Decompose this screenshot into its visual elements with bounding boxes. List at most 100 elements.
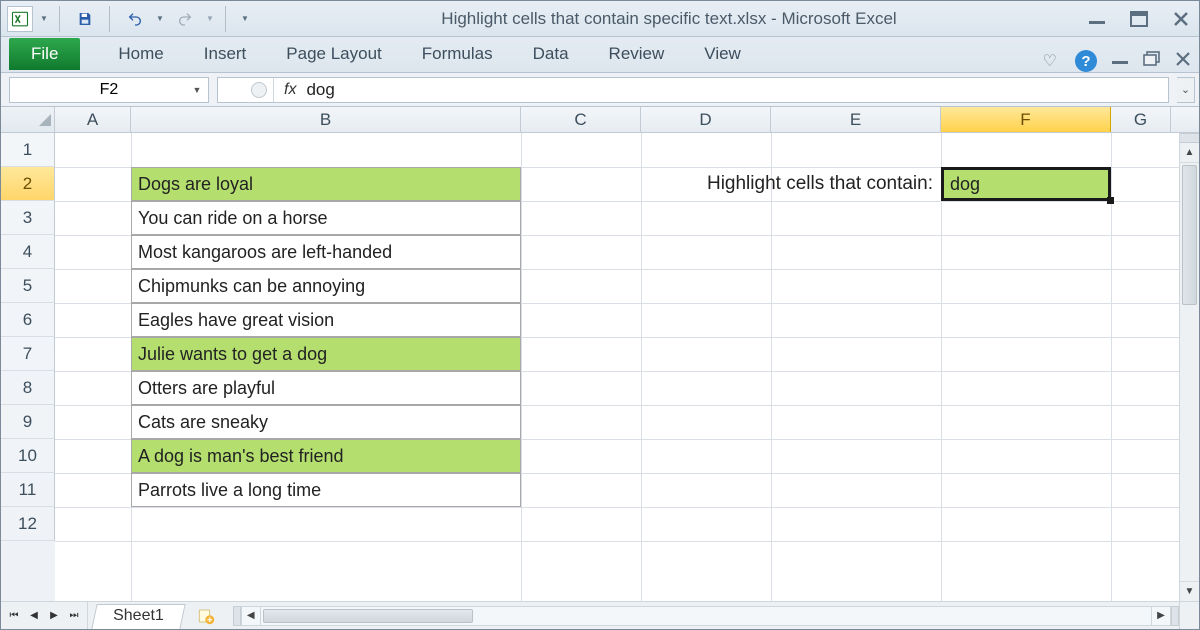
qat-separator-2 <box>109 6 115 32</box>
tab-home[interactable]: Home <box>98 38 183 72</box>
quick-access-toolbar: ▼ ▼ ▼ ▼ <box>7 6 253 32</box>
column-header-f[interactable]: F <box>941 107 1111 132</box>
cancel-formula-icon[interactable] <box>251 82 267 98</box>
column-header-d[interactable]: D <box>641 107 771 132</box>
vertical-scrollbar[interactable]: ▲ ▼ <box>1179 133 1199 601</box>
row-header-1[interactable]: 1 <box>1 133 55 167</box>
scroll-up-icon[interactable]: ▲ <box>1180 143 1199 163</box>
excel-logo-icon[interactable] <box>7 6 33 32</box>
row-header-6[interactable]: 6 <box>1 303 55 337</box>
row-header-5[interactable]: 5 <box>1 269 55 303</box>
hscroll-track[interactable] <box>261 606 1151 626</box>
excel-window: ▼ ▼ ▼ ▼ Highlight cells that contain spe… <box>0 0 1200 630</box>
title-bar: ▼ ▼ ▼ ▼ Highlight cells that contain spe… <box>1 1 1199 37</box>
tab-data[interactable]: Data <box>513 38 589 72</box>
vscroll-thumb[interactable] <box>1182 165 1197 305</box>
column-header-e[interactable]: E <box>771 107 941 132</box>
row-header-11[interactable]: 11 <box>1 473 55 507</box>
worksheet-area: A B C D E F G 1 2 3 4 5 6 7 8 9 10 11 12 <box>1 107 1199 629</box>
tab-insert[interactable]: Insert <box>184 38 267 72</box>
tab-nav-first-icon[interactable]: ⏮ <box>5 607 23 625</box>
sheet-tab-strip: ⏮ ◀ ▶ ⏭ Sheet1 ◀ ▶ <box>1 601 1199 629</box>
tab-nav-last-icon[interactable]: ⏭ <box>65 607 83 625</box>
horizontal-scrollbar[interactable]: ◀ ▶ <box>233 602 1179 629</box>
name-box-value: F2 <box>100 81 119 99</box>
qat-customize-dropdown-icon[interactable]: ▼ <box>237 14 253 23</box>
tab-file[interactable]: File <box>9 38 80 70</box>
hscroll-split-handle[interactable] <box>1171 606 1179 626</box>
cell-b5[interactable]: Chipmunks can be annoying <box>131 269 521 303</box>
sheet-tab-sheet1[interactable]: Sheet1 <box>91 604 185 629</box>
cells-canvas[interactable]: Dogs are loyal You can ride on a horse M… <box>55 133 1179 601</box>
name-box-dropdown-icon[interactable]: ▼ <box>190 83 204 97</box>
scroll-down-icon[interactable]: ▼ <box>1180 581 1199 601</box>
cell-b4[interactable]: Most kangaroos are left-handed <box>131 235 521 269</box>
cell-b9[interactable]: Cats are sneaky <box>131 405 521 439</box>
app-menu-dropdown-icon[interactable]: ▼ <box>39 14 49 23</box>
tab-review[interactable]: Review <box>589 38 685 72</box>
cell-b11[interactable]: Parrots live a long time <box>131 473 521 507</box>
row-header-3[interactable]: 3 <box>1 201 55 235</box>
column-header-c[interactable]: C <box>521 107 641 132</box>
window-controls <box>1085 9 1193 29</box>
workbook-restore-icon[interactable] <box>1143 51 1161 72</box>
minimize-icon[interactable] <box>1085 9 1109 29</box>
sheet-tab-label: Sheet1 <box>113 607 164 625</box>
cell-b6[interactable]: Eagles have great vision <box>131 303 521 337</box>
scroll-right-icon[interactable]: ▶ <box>1151 606 1171 626</box>
ribbon-tabs: File Home Insert Page Layout Formulas Da… <box>1 37 1199 73</box>
tab-page-layout[interactable]: Page Layout <box>266 38 401 72</box>
window-title: Highlight cells that contain specific te… <box>253 9 1085 29</box>
tab-hscroll-splitter[interactable] <box>233 606 241 626</box>
scroll-left-icon[interactable]: ◀ <box>241 606 261 626</box>
row-header-9[interactable]: 9 <box>1 405 55 439</box>
row-header-8[interactable]: 8 <box>1 371 55 405</box>
row-header-10[interactable]: 10 <box>1 439 55 473</box>
maximize-icon[interactable] <box>1127 9 1151 29</box>
cell-f2-active[interactable]: dog <box>941 167 1111 201</box>
cell-label-highlight[interactable]: Highlight cells that contain: <box>521 167 941 201</box>
qat-separator <box>59 6 65 32</box>
tab-nav-next-icon[interactable]: ▶ <box>45 607 63 625</box>
cell-b8[interactable]: Otters are playful <box>131 371 521 405</box>
column-header-a[interactable]: A <box>55 107 131 132</box>
ribbon-minimize-icon[interactable]: ♡ <box>1043 51 1061 71</box>
close-icon[interactable] <box>1169 9 1193 29</box>
row-headers: 1 2 3 4 5 6 7 8 9 10 11 12 <box>1 133 55 601</box>
redo-icon[interactable] <box>171 6 199 32</box>
vscroll-track[interactable] <box>1180 163 1199 581</box>
column-header-g[interactable]: G <box>1111 107 1171 132</box>
formula-buttons <box>218 78 274 102</box>
name-box[interactable]: F2 ▼ <box>9 77 209 103</box>
fx-icon[interactable]: fx <box>274 81 306 99</box>
tab-nav-prev-icon[interactable]: ◀ <box>25 607 43 625</box>
row-header-2[interactable]: 2 <box>1 167 55 201</box>
redo-dropdown-icon[interactable]: ▼ <box>205 14 215 23</box>
save-icon[interactable] <box>71 6 99 32</box>
row-header-7[interactable]: 7 <box>1 337 55 371</box>
undo-dropdown-icon[interactable]: ▼ <box>155 14 165 23</box>
workbook-minimize-icon[interactable] <box>1111 52 1129 70</box>
qat-separator-3 <box>225 6 231 32</box>
hscroll-thumb[interactable] <box>263 609 473 623</box>
undo-icon[interactable] <box>121 6 149 32</box>
new-sheet-icon[interactable] <box>191 602 221 629</box>
cell-b3[interactable]: You can ride on a horse <box>131 201 521 235</box>
tab-nav-buttons: ⏮ ◀ ▶ ⏭ <box>1 602 88 629</box>
cell-b7[interactable]: Julie wants to get a dog <box>131 337 521 371</box>
expand-formula-bar-icon[interactable]: ⌄ <box>1177 77 1195 103</box>
help-icon[interactable]: ? <box>1075 50 1097 72</box>
row-header-4[interactable]: 4 <box>1 235 55 269</box>
row-header-12[interactable]: 12 <box>1 507 55 541</box>
tab-formulas[interactable]: Formulas <box>402 38 513 72</box>
formula-text[interactable]: dog <box>306 80 1168 100</box>
column-header-b[interactable]: B <box>131 107 521 132</box>
fill-handle[interactable] <box>1107 197 1114 204</box>
tab-view[interactable]: View <box>684 38 761 72</box>
formula-input-area[interactable]: fx dog <box>217 77 1169 103</box>
select-all-corner[interactable] <box>1 107 55 132</box>
workbook-close-icon[interactable] <box>1175 51 1191 72</box>
cell-b10[interactable]: A dog is man's best friend <box>131 439 521 473</box>
vertical-split-handle[interactable] <box>1180 133 1199 143</box>
cell-b2[interactable]: Dogs are loyal <box>131 167 521 201</box>
